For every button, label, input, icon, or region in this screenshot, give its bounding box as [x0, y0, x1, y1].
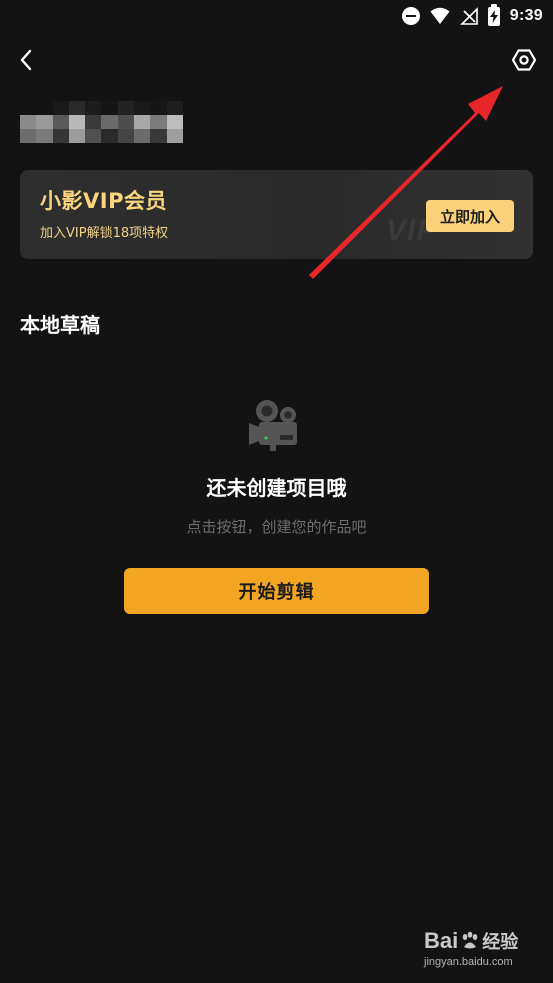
- back-button[interactable]: [10, 44, 42, 76]
- paw-icon: [462, 931, 478, 949]
- baidu-url: jingyan.baidu.com: [424, 956, 513, 968]
- start-editing-button[interactable]: 开始剪辑: [124, 568, 429, 614]
- do-not-disturb-icon: [401, 7, 420, 25]
- chevron-left-icon: [20, 49, 32, 71]
- baidu-logo-suffix: 经验: [482, 932, 519, 953]
- video-camera-icon: [249, 400, 297, 451]
- empty-state-subtitle: 点击按钮，创建您的作品吧: [186, 518, 367, 536]
- baidu-logo-text: Bai: [424, 928, 459, 953]
- status-bar: 9:39: [0, 0, 553, 32]
- empty-state-title: 还未创建项目哦: [206, 476, 347, 500]
- baidu-jingyan-watermark: Bai 经验 jingyan.baidu.com: [424, 928, 536, 974]
- vip-membership-card[interactable]: VIP 小影VIP会员 加入VIP解锁18项特权 立即加入: [20, 170, 533, 259]
- no-signal-icon: [459, 7, 478, 25]
- settings-button[interactable]: [508, 44, 540, 76]
- vip-subtitle: 加入VIP解锁18项特权: [40, 226, 169, 241]
- hexagon-settings-icon: [511, 49, 537, 71]
- vip-title: 小影VIP会员: [40, 189, 167, 213]
- baidu-logo: Bai 经验: [424, 928, 536, 954]
- status-icons: 9:39: [401, 3, 543, 27]
- battery-charging-icon: [487, 3, 500, 26]
- username-blurred: [20, 101, 183, 143]
- section-title-local-drafts: 本地草稿: [20, 313, 100, 337]
- wifi-icon: [430, 7, 450, 24]
- status-time: 9:39: [509, 7, 543, 24]
- vip-join-button[interactable]: 立即加入: [426, 200, 514, 232]
